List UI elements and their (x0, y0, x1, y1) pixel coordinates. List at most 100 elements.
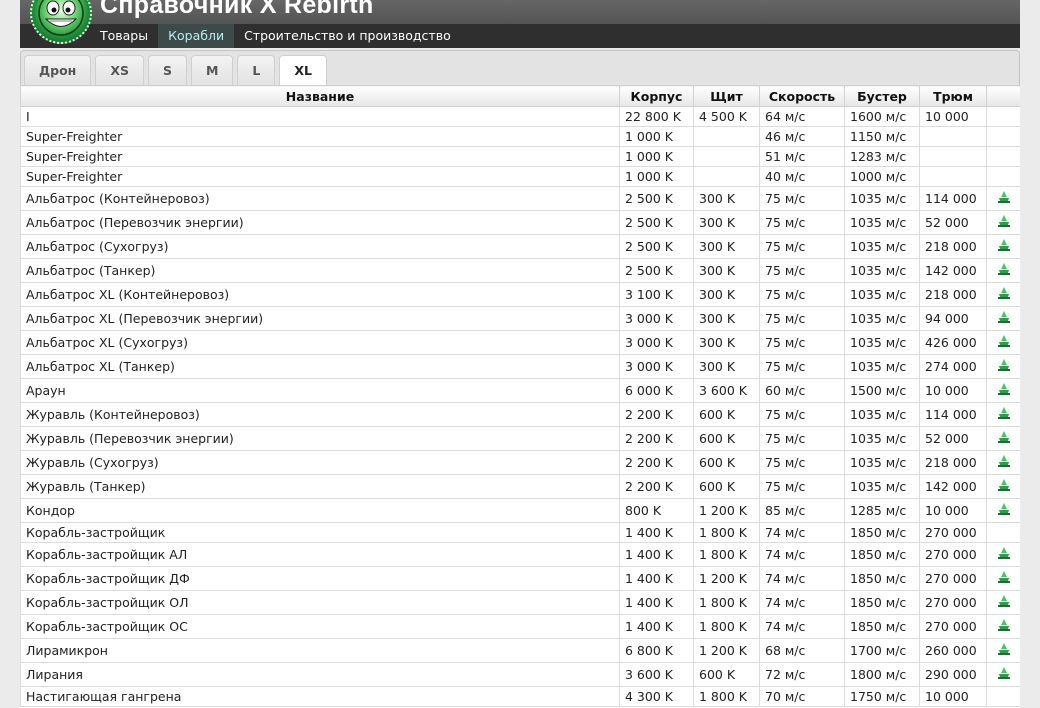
table-row[interactable]: Корабль-застройщик ОС 1 400 K1 800 K 74 м/… (20, 614, 1020, 639)
table-row[interactable]: Альбатрос (Танкер) 2 500 K 300 K 75 м/с 1035… (20, 258, 1020, 283)
cell-name[interactable]: Альбатрос (Танкер) (20, 258, 620, 283)
cell-cargo: 10 000 (919, 498, 987, 523)
nav-item-ships[interactable]: Корабли (158, 24, 235, 48)
table-row[interactable]: Super-Freighter 1 000 K 51 м/с 1283 м/с (20, 146, 1020, 167)
ship-model-icon[interactable] (996, 478, 1012, 495)
cell-name[interactable]: Альбатрос XL (Перевозчик энергии) (20, 306, 620, 331)
ship-model-icon[interactable] (996, 570, 1012, 587)
table-row[interactable]: Корабль-застройщик ДФ 1 400 K1 200 K 74 м/… (20, 566, 1020, 591)
table-row[interactable]: Журавль (Перевозчик энергии) 2 200 K 600 K… (20, 426, 1020, 451)
ship-model-icon[interactable] (996, 618, 1012, 635)
ship-model-icon[interactable] (996, 502, 1012, 519)
cell-name[interactable]: Корабль-застройщик ОС (20, 614, 620, 639)
cell-model (986, 126, 1020, 147)
ship-model-icon[interactable] (996, 594, 1012, 611)
ship-model-icon[interactable] (996, 310, 1012, 327)
cell-name[interactable]: Super-Freighter (20, 126, 620, 147)
cell-name[interactable]: Лирания (20, 662, 620, 687)
table-row[interactable]: Альбатрос XL (Сухогруз) 3 000 K 300 K 75 м/… (20, 330, 1020, 355)
cell-name[interactable]: Корабль-застройщик (20, 522, 620, 543)
site-title[interactable]: Справочник X Rebirth (100, 0, 374, 20)
ship-model-icon[interactable] (996, 454, 1012, 471)
cell-name[interactable]: Журавль (Перевозчик энергии) (20, 426, 620, 451)
cell-name[interactable]: Кондор (20, 498, 620, 523)
ship-model-icon[interactable] (996, 334, 1012, 351)
cell-name[interactable]: Корабль-застройщик ОЛ (20, 590, 620, 615)
table-row[interactable]: Журавль (Контейнеровоз) 2 200 K 600 K 75 м/… (20, 402, 1020, 427)
nav-item-construction[interactable]: Строительство и производство (234, 24, 461, 48)
column-header-boost[interactable]: Бустер (844, 85, 920, 107)
table-row[interactable]: Лирания 3 600 K 600 K 72 м/с 1800 м/с 290 000 (20, 662, 1020, 687)
tab-s[interactable]: S (147, 55, 187, 85)
nav-item-goods[interactable]: Товары (90, 24, 158, 48)
ship-model-icon[interactable] (996, 382, 1012, 399)
cell-shield: 1 200 K (693, 566, 760, 591)
cell-name[interactable]: Журавль (Контейнеровоз) (20, 402, 620, 427)
cell-hull: 1 000 K (619, 146, 694, 167)
tab-m[interactable]: M (190, 55, 234, 85)
cell-name[interactable]: Корабль-застройщик ДФ (20, 566, 620, 591)
tab-drone[interactable]: Дрон (24, 55, 92, 85)
ship-model-icon[interactable] (996, 642, 1012, 659)
cell-name[interactable]: Араун (20, 378, 620, 403)
cell-shield: 300 K (693, 306, 760, 331)
table-row[interactable]: Настигающая гангрена 4 300 K1 800 K 70 м/с… (20, 686, 1020, 707)
tab-xl[interactable]: XL (279, 55, 327, 86)
cell-model (986, 282, 1020, 307)
table-row[interactable]: I 22 800 K4 500 K 64 м/с 1600 м/с 10 000 (20, 106, 1020, 127)
ship-model-icon[interactable] (996, 406, 1012, 423)
cell-name[interactable]: Альбатрос (Сухогруз) (20, 234, 620, 259)
table-row[interactable]: Корабль-застройщик ОЛ 1 400 K1 800 K 74 м/… (20, 590, 1020, 615)
table-row[interactable]: Кондор 800 K1 200 K 85 м/с 1285 м/с 10 000 (20, 498, 1020, 523)
table-row[interactable]: Альбатрос XL (Контейнеровоз) 3 100 K 300 K… (20, 282, 1020, 307)
cell-hull: 1 400 K (619, 522, 694, 543)
cell-name[interactable]: Super-Freighter (20, 166, 620, 187)
tab-l[interactable]: L (237, 55, 276, 85)
cell-name[interactable]: Альбатрос (Контейнеровоз) (20, 186, 620, 211)
cell-name[interactable]: Настигающая гангрена (20, 686, 620, 707)
ship-model-icon[interactable] (996, 190, 1012, 207)
ship-model-icon[interactable] (996, 666, 1012, 683)
cell-name[interactable]: Альбатрос XL (Контейнеровоз) (20, 282, 620, 307)
column-header-model (986, 85, 1020, 107)
table-row[interactable]: Альбатрос (Перевозчик энергии) 2 500 K 300… (20, 210, 1020, 235)
column-header-name[interactable]: Название (20, 85, 620, 107)
cell-name[interactable]: Журавль (Сухогруз) (20, 450, 620, 475)
ship-model-icon[interactable] (996, 358, 1012, 375)
table-row[interactable]: Араун 6 000 K3 600 K 60 м/с 1500 м/с 10 000 (20, 378, 1020, 403)
cell-name[interactable]: Super-Freighter (20, 146, 620, 167)
column-header-cargo[interactable]: Трюм (919, 85, 987, 107)
table-row[interactable]: Альбатрос (Контейнеровоз) 2 500 K 300 K 75 … (20, 186, 1020, 211)
grinning-logo-icon[interactable] (30, 0, 92, 44)
table-row[interactable]: Super-Freighter 1 000 K 46 м/с 1150 м/с (20, 126, 1020, 147)
column-header-hull[interactable]: Корпус (619, 85, 694, 107)
cell-name[interactable]: Лирамикрон (20, 638, 620, 663)
table-row[interactable]: Корабль-застройщик АЛ 1 400 K1 800 K 74 м/… (20, 542, 1020, 567)
table-row[interactable]: Журавль (Сухогруз) 2 200 K 600 K 75 м/с 1035… (20, 450, 1020, 475)
table-row[interactable]: Альбатрос (Сухогруз) 2 500 K 300 K 75 м/с 10… (20, 234, 1020, 259)
cell-name[interactable]: I (20, 106, 620, 127)
ship-model-icon[interactable] (996, 238, 1012, 255)
ship-model-icon[interactable] (996, 546, 1012, 563)
cell-name[interactable]: Корабль-застройщик АЛ (20, 542, 620, 567)
table-row[interactable]: Альбатрос XL (Танкер) 3 000 K 300 K 75 м/с 1… (20, 354, 1020, 379)
table-row[interactable]: Super-Freighter 1 000 K 40 м/с 1000 м/с (20, 166, 1020, 187)
cell-name[interactable]: Альбатрос XL (Танкер) (20, 354, 620, 379)
tab-xs[interactable]: XS (95, 55, 144, 85)
ship-model-icon[interactable] (996, 262, 1012, 279)
column-header-shield[interactable]: Щит (693, 85, 760, 107)
table-row[interactable]: Альбатрос XL (Перевозчик энергии) 3 000 K… (20, 306, 1020, 331)
ship-model-icon[interactable] (996, 430, 1012, 447)
cell-shield: 1 200 K (693, 638, 760, 663)
table-row[interactable]: Журавль (Танкер) 2 200 K 600 K 75 м/с 1035 м… (20, 474, 1020, 499)
cell-name[interactable]: Журавль (Танкер) (20, 474, 620, 499)
cell-model (986, 106, 1020, 127)
cell-name[interactable]: Альбатрос XL (Сухогруз) (20, 330, 620, 355)
table-row[interactable]: Лирамикрон 6 800 K1 200 K 68 м/с 1700 м/с 26… (20, 638, 1020, 663)
ship-model-icon[interactable] (996, 286, 1012, 303)
ship-model-icon[interactable] (996, 214, 1012, 231)
column-header-speed[interactable]: Скорость (759, 85, 845, 107)
table-row[interactable]: Корабль-застройщик 1 400 K1 800 K 74 м/с 18… (20, 522, 1020, 543)
cell-shield: 300 K (693, 258, 760, 283)
cell-name[interactable]: Альбатрос (Перевозчик энергии) (20, 210, 620, 235)
